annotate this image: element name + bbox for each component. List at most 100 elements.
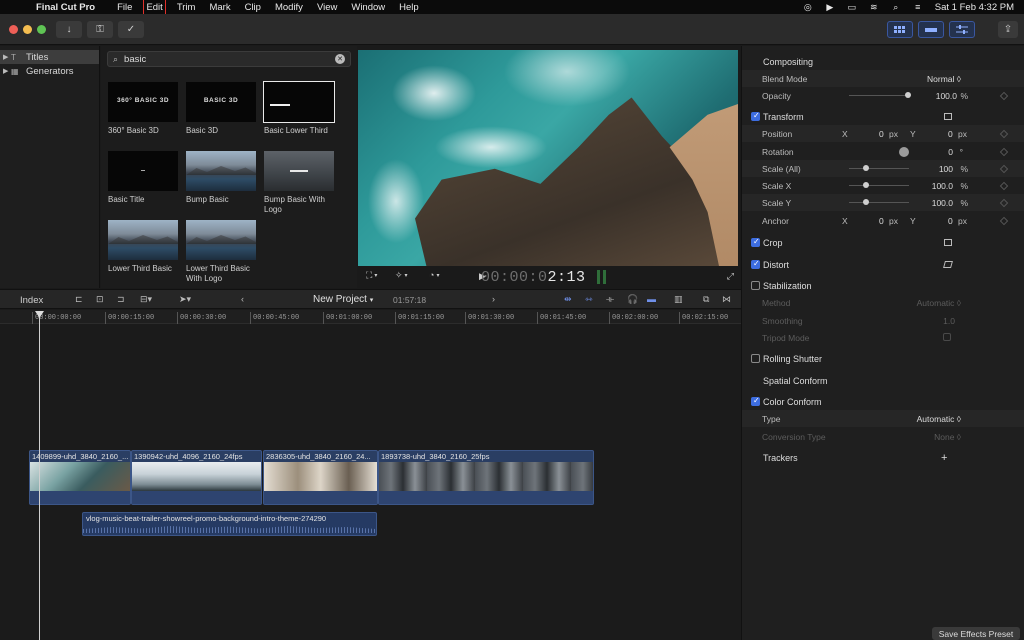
tile-thumbnail[interactable]: 360° BASIC 3D [108, 82, 178, 122]
menu-help[interactable]: Help [399, 2, 419, 13]
snapping-icon[interactable]: ▬ [647, 294, 656, 304]
enhance-menu[interactable]: ✧ ▾ [395, 270, 408, 281]
timeline-toggle-button[interactable] [918, 21, 944, 38]
menu-window[interactable]: Window [351, 2, 385, 13]
scale-y-slider[interactable] [849, 199, 909, 205]
keyframe-icon[interactable] [999, 216, 1009, 225]
app-menu[interactable]: Final Cut Pro [36, 2, 95, 13]
color-conform-header[interactable]: Color Conform [742, 393, 1024, 410]
transform-onscreen-icon[interactable] [944, 113, 952, 120]
keyframe-icon[interactable] [999, 91, 1009, 100]
playhead[interactable] [39, 312, 40, 640]
conversion-popup[interactable]: None ◊ [934, 432, 961, 442]
smoothing-value[interactable]: 1.0 [943, 316, 955, 326]
menu-edit[interactable]: Edit [143, 0, 166, 16]
spatial-conform-header[interactable]: Spatial Conform [742, 372, 1024, 389]
title-tile[interactable]: Lower Third Basic With Logo [186, 220, 258, 284]
type-popup[interactable]: Automatic ◊ [917, 414, 961, 424]
transform-header[interactable]: Transform [742, 108, 1024, 125]
sidebar-item-generators[interactable]: ▶ ▦ Generators [0, 64, 99, 78]
audio-skimming-icon[interactable]: ⇿ [585, 294, 593, 305]
keyframe-icon[interactable] [999, 181, 1009, 190]
title-tile[interactable]: Bump Basic [186, 151, 258, 205]
close-window-button[interactable] [9, 25, 18, 34]
slider-knob[interactable] [905, 92, 911, 98]
scale-y-value[interactable]: 100.0 [932, 198, 953, 208]
wifi-icon[interactable]: ≋ [869, 2, 879, 12]
distort-checkbox[interactable] [751, 259, 760, 269]
effects-browser-icon[interactable]: ⋈ [722, 294, 731, 305]
overwrite-clip-icon[interactable]: ⊟▾ [140, 294, 152, 305]
history-back-icon[interactable]: ‹ [241, 294, 244, 304]
timeline-zoom-icon[interactable]: ⧉ [703, 294, 709, 305]
scale-all-value[interactable]: 100 [939, 164, 953, 174]
background-tasks-button[interactable]: ✓ [118, 21, 144, 38]
insert-clip-icon[interactable]: ⊡ [96, 294, 104, 305]
slider-knob[interactable] [863, 199, 869, 205]
crop-onscreen-icon[interactable] [944, 239, 952, 246]
position-x-value[interactable]: 0 [879, 129, 884, 139]
browser-toggle-button[interactable] [887, 21, 913, 38]
distort-header[interactable]: Distort [742, 256, 1024, 273]
project-name-menu[interactable]: New Project ▾ [313, 294, 373, 305]
tile-thumbnail[interactable] [108, 220, 178, 260]
rolling-shutter-header[interactable]: Rolling Shutter [742, 350, 1024, 367]
blend-mode-popup[interactable]: Normal ◊ [927, 74, 961, 84]
tile-thumbnail[interactable] [186, 151, 256, 191]
creative-cloud-icon[interactable]: ◎ [803, 2, 813, 12]
keyframe-icon[interactable] [999, 198, 1009, 207]
title-tile[interactable]: Lower Third Basic [108, 220, 180, 274]
transform-checkbox[interactable] [751, 111, 760, 121]
sidebar-item-titles[interactable]: ▶ T Titles [0, 50, 99, 64]
search-icon[interactable]: ⌕ [891, 2, 901, 12]
save-effects-preset-button[interactable]: Save Effects Preset [932, 627, 1020, 640]
video-preview[interactable] [358, 50, 738, 266]
battery-icon[interactable]: ▭ [847, 2, 857, 12]
scale-x-value[interactable]: 100.0 [932, 181, 953, 191]
scale-all-slider[interactable] [849, 165, 909, 171]
control-center-icon[interactable]: ≡ [913, 2, 923, 12]
speed-menu[interactable]: ◔ ▾ [429, 270, 439, 280]
keyframe-icon[interactable] [999, 164, 1009, 173]
history-forward-icon[interactable]: › [492, 294, 495, 304]
opacity-slider[interactable] [849, 92, 911, 98]
disclosure-triangle-icon[interactable]: ▶ [3, 67, 11, 75]
menu-mark[interactable]: Mark [209, 2, 230, 13]
title-tile[interactable]: 360° BASIC 3D 360° Basic 3D [108, 82, 180, 136]
menu-view[interactable]: View [317, 2, 337, 13]
import-button[interactable]: ↓ [56, 21, 82, 38]
menu-trim[interactable]: Trim [177, 2, 196, 13]
title-tile-selected[interactable]: Basic Lower Third [263, 81, 336, 136]
inspector-toggle-button[interactable] [949, 21, 975, 38]
clear-search-icon[interactable]: ✕ [335, 54, 345, 64]
opacity-value[interactable]: 100.0 [936, 91, 957, 101]
add-tracker-button[interactable]: + [941, 452, 947, 464]
anchor-x-value[interactable]: 0 [879, 216, 884, 226]
slider-knob[interactable] [863, 165, 869, 171]
video-clip[interactable]: 1409899-uhd_3840_2160_... [29, 450, 131, 505]
menu-modify[interactable]: Modify [275, 2, 303, 13]
keyframe-icon[interactable] [999, 147, 1009, 156]
crop-header[interactable]: Crop [742, 234, 1024, 251]
rotation-value[interactable]: 0 [948, 147, 953, 157]
skimming-icon[interactable]: ⇹ [564, 294, 572, 305]
slider-knob[interactable] [863, 182, 869, 188]
timeline-ruler[interactable]: 00:00:00:00 00:00:15:00 00:00:30:00 00:0… [0, 310, 741, 324]
share-button[interactable]: ⇪ [998, 21, 1018, 38]
fullscreen-icon[interactable]: ⤢ [727, 271, 734, 282]
scale-x-slider[interactable] [849, 182, 909, 188]
minimize-window-button[interactable] [23, 25, 32, 34]
crop-checkbox[interactable] [751, 237, 760, 247]
compositing-header[interactable]: Compositing [742, 53, 1024, 70]
distort-onscreen-icon[interactable] [943, 261, 953, 268]
clip-appearance-icon[interactable]: ▥ [674, 294, 683, 305]
tile-thumbnail[interactable] [108, 151, 178, 191]
color-conform-checkbox[interactable] [751, 396, 760, 406]
audio-clip[interactable]: vlog-music-beat-trailer-showreel-promo-b… [82, 512, 377, 536]
video-clip[interactable]: 2836305-uhd_3840_2160_24... [263, 450, 378, 505]
video-clip[interactable]: 1893738-uhd_3840_2160_25fps [378, 450, 594, 505]
search-input[interactable]: basic [124, 54, 146, 65]
solo-icon[interactable]: ⟛ [606, 294, 614, 305]
rotation-dial[interactable] [899, 147, 909, 157]
append-clip-icon[interactable]: ⊐ [117, 294, 125, 305]
